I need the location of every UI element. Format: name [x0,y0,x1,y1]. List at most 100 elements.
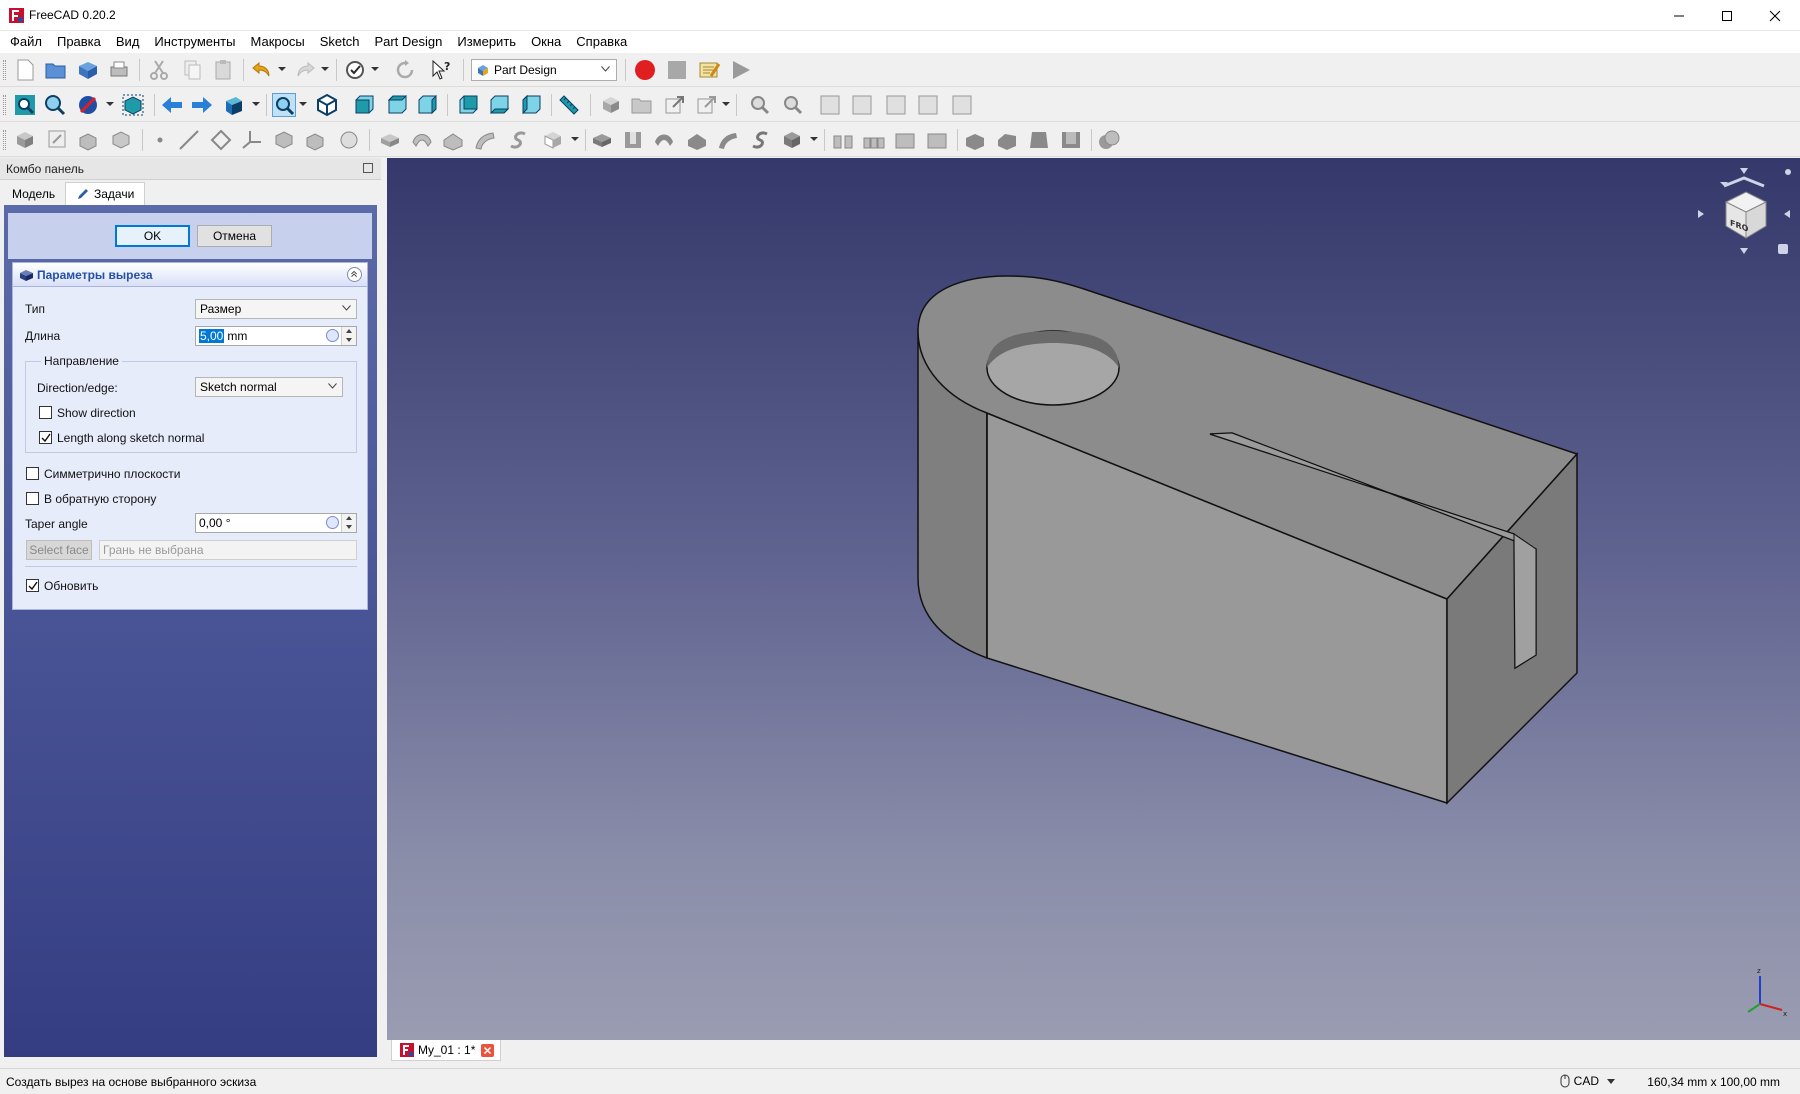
taper-angle-input[interactable]: 0,00 ° [195,513,357,533]
taper-angle-spinner[interactable] [341,514,356,532]
toolbar-grip[interactable] [3,130,6,150]
view-forward-button[interactable] [190,93,214,117]
reversed-checkbox[interactable] [26,492,39,505]
type-select[interactable]: Размер [195,299,357,319]
redo-button[interactable] [293,58,317,82]
draw-style-dropdown-arrow[interactable] [106,102,114,106]
fit-selection-button[interactable] [43,93,67,117]
recompute-dropdown-arrow[interactable] [371,67,379,71]
macro-record-button[interactable] [633,58,657,82]
create-body-button[interactable] [13,128,37,152]
additive-primitive-dropdown-arrow[interactable] [571,137,579,141]
close-tab-icon[interactable] [481,1043,495,1057]
maximize-button[interactable] [1704,0,1750,31]
sketch-on-plane-button[interactable] [337,128,361,152]
nav-right-arrow-icon[interactable] [1784,210,1790,218]
subtractive-pipe-button[interactable] [716,128,740,152]
sub-shape-binder-button[interactable] [272,128,296,152]
top-view-button[interactable] [385,93,409,117]
chamfer-button[interactable] [995,128,1019,152]
document-tab[interactable]: My_01 : 1* [391,1040,502,1061]
fillet-button[interactable] [963,128,987,152]
create-sketch-button[interactable] [46,128,70,152]
toolbar-grip[interactable] [3,95,6,115]
expression-icon[interactable] [326,329,339,342]
create-part-button[interactable] [599,93,623,117]
tab-model[interactable]: Модель [2,182,65,205]
additive-helix-button[interactable] [506,128,530,152]
additive-loft-button[interactable] [441,128,465,152]
selection-view-7-button[interactable] [950,93,974,117]
ok-button[interactable]: OK [115,225,190,247]
macro-editor-button[interactable] [697,58,721,82]
cut-button[interactable] [147,58,171,82]
datum-point-button[interactable] [148,128,172,152]
macro-stop-button[interactable] [665,58,689,82]
nav-up-arrow-icon[interactable] [1740,168,1748,174]
undo-button[interactable] [250,58,274,82]
3d-viewport[interactable]: FRO z x [387,158,1800,1040]
tab-tasks[interactable]: Задачи [65,182,146,205]
selection-view-5-button[interactable] [884,93,908,117]
zoom-dropdown-arrow[interactable] [299,102,307,106]
menu-windows[interactable]: Окна [525,31,567,53]
subtractive-primitive-dropdown-arrow[interactable] [810,137,818,141]
undock-icon[interactable] [363,163,373,173]
length-along-normal-checkbox[interactable] [39,431,52,444]
bounding-box-button[interactable] [121,93,145,117]
symmetric-checkbox[interactable] [26,467,39,480]
std-views-dropdown-arrow[interactable] [252,102,260,106]
local-coordinate-system-button[interactable] [240,128,264,152]
fit-all-button[interactable] [13,93,37,117]
isometric-view-button[interactable] [315,93,339,117]
rear-view-button[interactable] [456,93,480,117]
show-direction-checkbox[interactable] [39,406,52,419]
link-actions-button[interactable] [695,93,719,117]
boolean-button[interactable] [1097,128,1121,152]
navigation-style-selector[interactable]: CAD [1560,1074,1615,1088]
cancel-button[interactable]: Отмена [197,225,272,247]
whats-this-button[interactable]: ? [429,58,453,82]
datum-plane-button[interactable] [209,128,233,152]
bottom-view-button[interactable] [487,93,511,117]
std-views-button[interactable] [222,93,246,117]
shape-binder-button[interactable] [109,128,133,152]
macro-run-button[interactable] [729,58,753,82]
pocket-parameters-header[interactable]: Параметры выреза [13,263,367,287]
selection-view-6-button[interactable] [916,93,940,117]
multi-transform-button[interactable] [925,128,949,152]
new-document-button[interactable] [13,58,37,82]
menu-measure[interactable]: Измерить [451,31,522,53]
measure-distance-button[interactable] [557,93,581,117]
part-model[interactable] [387,158,1800,1040]
revolution-button[interactable] [410,128,434,152]
redo-dropdown-arrow[interactable] [321,67,329,71]
right-view-button[interactable] [415,93,439,117]
draw-style-button[interactable] [76,93,100,117]
refresh-button[interactable] [343,58,367,82]
nav-left-arrow-icon[interactable] [1698,210,1704,218]
menu-tools[interactable]: Инструменты [148,31,241,53]
reload-button[interactable] [393,58,417,82]
update-checkbox[interactable] [26,579,39,592]
menu-part-design[interactable]: Part Design [368,31,448,53]
select-face-button[interactable]: Select face [26,540,92,560]
hole-button[interactable] [621,128,645,152]
pocket-button[interactable] [590,128,614,152]
direction-edge-select[interactable]: Sketch normal [195,377,343,397]
open-button[interactable] [44,58,68,82]
validate-sketch-button[interactable] [76,128,100,152]
minimize-button[interactable] [1656,0,1702,31]
length-input[interactable]: 5,00 mm [195,326,357,346]
menu-view[interactable]: Вид [110,31,146,53]
navigation-cube[interactable]: FRO [1694,164,1794,264]
polar-pattern-button[interactable] [893,128,917,152]
menu-help[interactable]: Справка [570,31,633,53]
undo-dropdown-arrow[interactable] [278,67,286,71]
mirrored-button[interactable] [831,128,855,152]
selection-view-2-button[interactable] [781,93,805,117]
zoom-button[interactable] [272,93,296,117]
selection-view-1-button[interactable] [748,93,772,117]
menu-sketch[interactable]: Sketch [314,31,366,53]
view-back-button[interactable] [160,93,184,117]
